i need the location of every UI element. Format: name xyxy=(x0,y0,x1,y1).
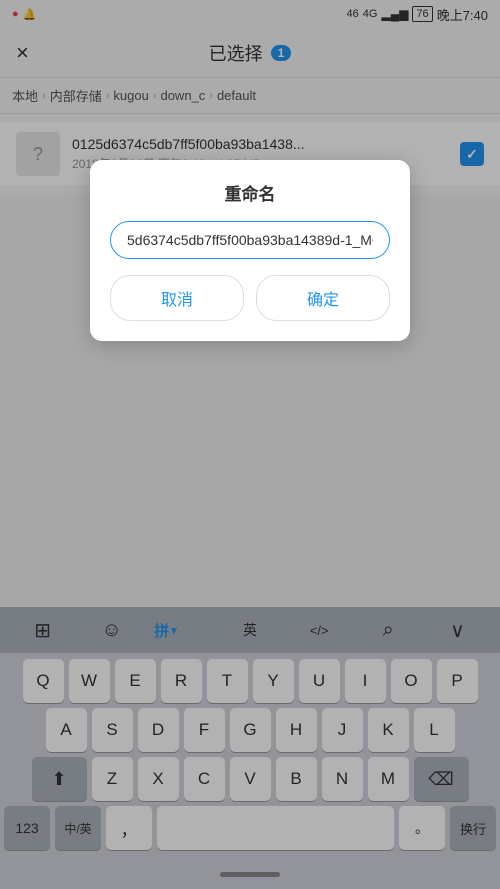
rename-dialog: 重命名 取消 确定 xyxy=(90,160,410,341)
dialog-buttons: 取消 确定 xyxy=(110,275,390,321)
rename-input[interactable] xyxy=(110,221,390,259)
dialog-overlay: 重命名 取消 确定 xyxy=(0,0,500,889)
cancel-button[interactable]: 取消 xyxy=(110,275,244,321)
confirm-button[interactable]: 确定 xyxy=(256,275,390,321)
dialog-title: 重命名 xyxy=(110,180,390,205)
